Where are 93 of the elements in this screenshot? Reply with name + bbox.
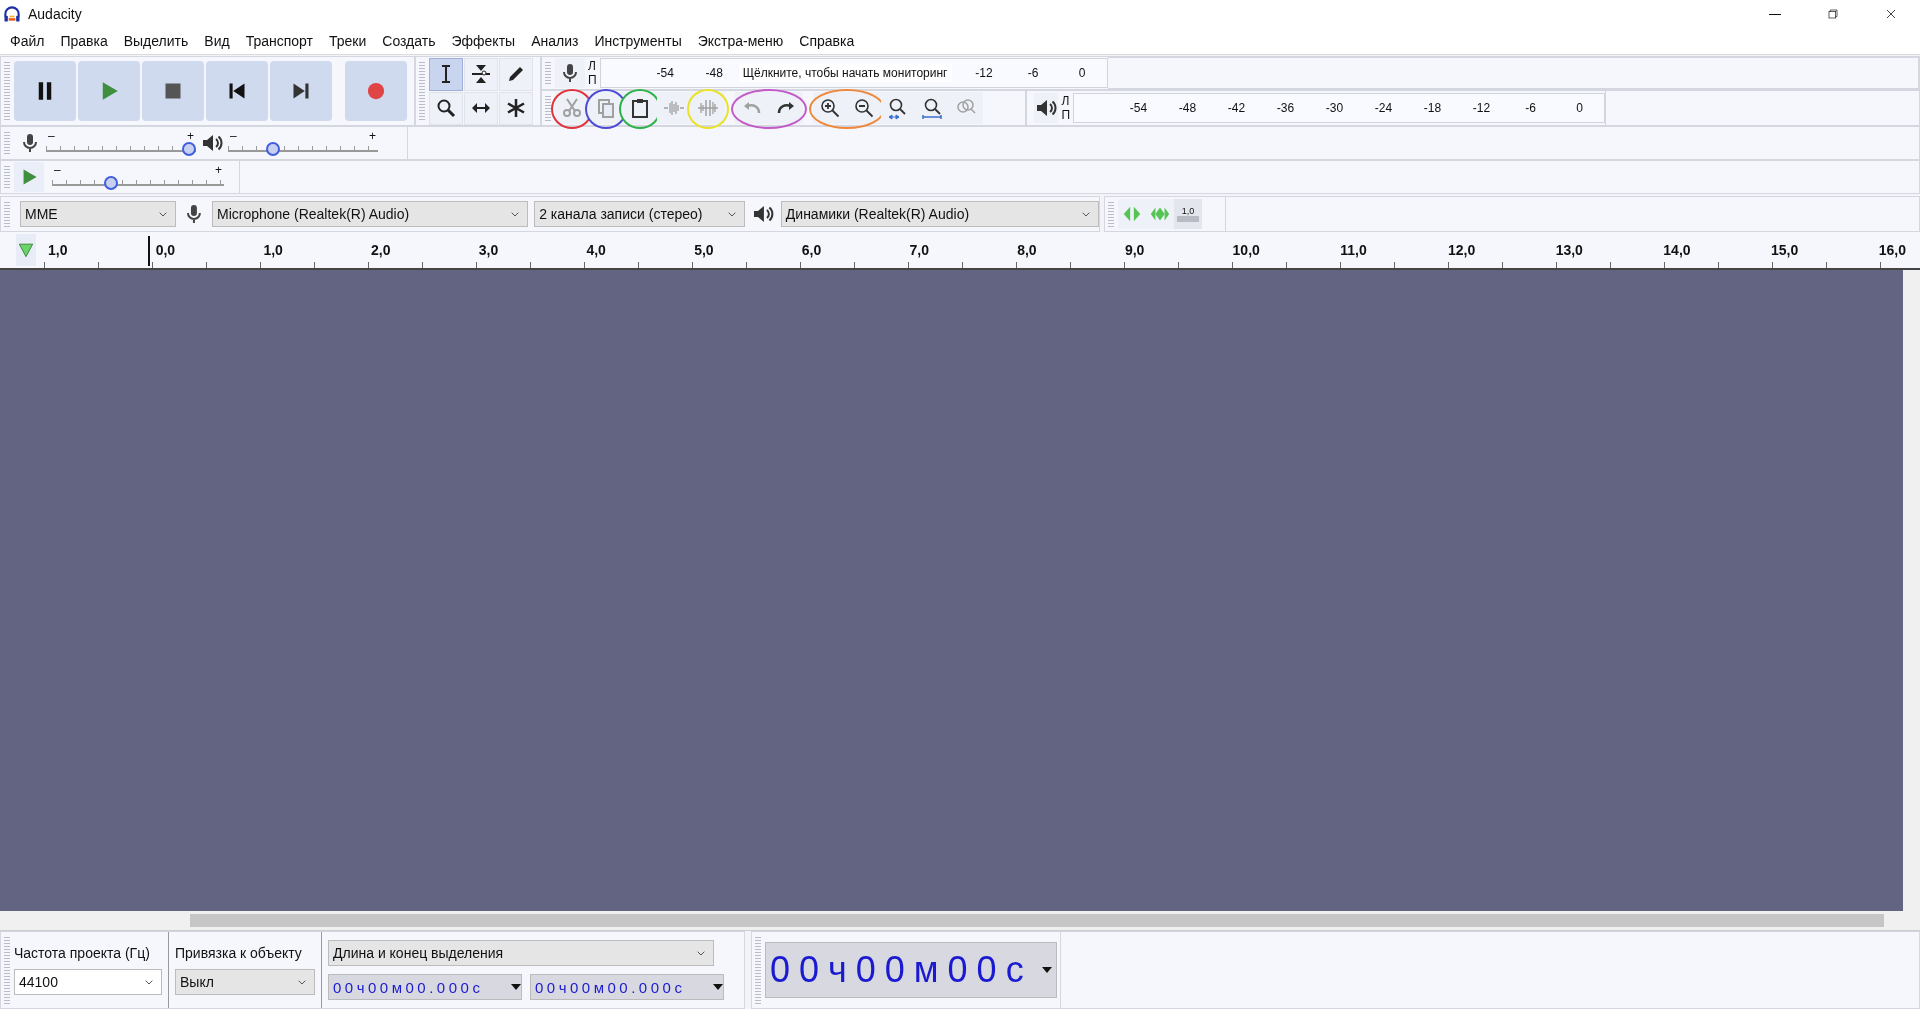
slider-thumb[interactable]	[104, 176, 119, 190]
toolbar-grip[interactable]	[4, 164, 10, 190]
ruler-label: 6,0	[801, 242, 822, 258]
menu-item[interactable]: Правка	[52, 30, 116, 52]
channel-label: П	[588, 73, 597, 87]
record-button[interactable]	[345, 61, 407, 121]
envelope-tool-icon	[469, 62, 493, 86]
skip-to-end-button[interactable]	[270, 61, 332, 121]
play-speed-button[interactable]: 1,0	[1174, 199, 1202, 229]
toolbar-grip[interactable]	[419, 60, 425, 122]
playback-device-dropdown[interactable]: Динамики (Realtek(R) Audio)	[780, 201, 1099, 227]
ruler-label: 3,0	[478, 242, 499, 258]
app-logo-icon	[2, 4, 22, 24]
ruler-label: 16,0	[1878, 242, 1906, 258]
redo-button[interactable]	[769, 92, 803, 124]
ruler-label: 9,0	[1124, 242, 1145, 258]
window-title: Audacity	[28, 6, 82, 22]
channel-label: Л	[588, 59, 597, 73]
audio-host-dropdown[interactable]: MME	[19, 201, 177, 227]
audio-position-time[interactable]: 00ч00м00с	[765, 942, 1057, 998]
scissors-icon	[560, 96, 584, 120]
selection-end-time[interactable]: 00ч00м00.000с	[530, 974, 724, 1000]
stop-button[interactable]	[142, 61, 204, 121]
zoom-in-icon	[818, 96, 842, 120]
menu-item[interactable]: Эффекты	[443, 30, 524, 52]
ruler-label: 14,0	[1663, 242, 1691, 258]
ruler-label: 5,0	[694, 242, 714, 258]
project-rate-dropdown[interactable]: 44100	[14, 969, 162, 995]
ruler-label: 13,0	[1555, 242, 1583, 258]
snap-dropdown[interactable]: Выкл	[175, 969, 315, 995]
playhead-marker	[148, 236, 150, 266]
ruler-label: 15,0	[1771, 242, 1799, 258]
slider-min-label: –	[230, 130, 237, 142]
toolbar-grip[interactable]	[4, 130, 10, 156]
timeline-options-button[interactable]	[16, 234, 36, 266]
magnifier-icon	[920, 96, 944, 120]
playback-meter[interactable]: -54 -48 -42 -36 -30 -24 -18 -12 -6 0	[1073, 93, 1605, 123]
ruler-label: 11,0	[1340, 242, 1367, 258]
recording-meter-button[interactable]	[555, 58, 585, 88]
ruler-label: 2,0	[371, 242, 391, 258]
menu-item[interactable]: Создать	[374, 30, 444, 52]
tool-button[interactable]	[429, 57, 463, 91]
ruler-label: 1,0	[48, 242, 68, 258]
menu-item[interactable]: Выделить	[115, 30, 197, 52]
recording-device-dropdown[interactable]: Microphone (Realtek(R) Audio)	[211, 201, 529, 227]
menu-item[interactable]: Вид	[196, 30, 238, 52]
toolbar-grip[interactable]	[545, 60, 551, 86]
selection-mode-dropdown[interactable]: Длина и конец выделения	[328, 940, 714, 966]
play-at-speed-button[interactable]	[14, 162, 44, 192]
toolbar-grip[interactable]	[4, 60, 10, 122]
selection-start-time[interactable]: 00ч00м00.000с	[328, 974, 522, 1000]
ruler-label: 8,0	[1017, 242, 1037, 258]
menu-item[interactable]: Треки	[320, 30, 375, 52]
toolbar-grip[interactable]	[4, 200, 10, 228]
menu-item[interactable]: Экстра-меню	[689, 30, 792, 52]
menu-item[interactable]: Файл	[2, 30, 53, 52]
recording-channels-dropdown[interactable]: 2 канала записи (стерео)	[534, 201, 745, 227]
recording-meter[interactable]: -54 -48 Щёлкните, чтобы начать мониторинг -12 -6 0	[599, 58, 1108, 88]
toolbar-grip[interactable]	[1108, 200, 1114, 228]
project-rate-label: Частота проекта (Гц)	[14, 945, 151, 961]
asterisk-icon	[504, 96, 528, 120]
snap-label: Привязка к объекту	[175, 945, 303, 961]
toolbar-grip[interactable]	[755, 935, 761, 1005]
channel-label: Л	[1061, 94, 1070, 108]
toolbar-grip[interactable]	[4, 935, 10, 1005]
slider-min-label: –	[48, 130, 55, 142]
menu-item[interactable]: Справка	[791, 30, 863, 52]
menu-item[interactable]: Анализ	[523, 30, 587, 52]
ruler-label: 10,0	[1232, 242, 1260, 258]
vertical-scrollbar[interactable]	[1903, 270, 1920, 911]
slider-min-label: –	[54, 164, 61, 176]
menu-item[interactable]: Транспорт	[237, 30, 321, 52]
ruler-label: 12,0	[1447, 242, 1476, 258]
zoom-in-button[interactable]	[813, 92, 847, 124]
zoom-out-icon	[852, 96, 876, 120]
ruler-label: 4,0	[586, 242, 606, 258]
skip-to-start-button[interactable]	[206, 61, 268, 121]
toolbar-grip[interactable]	[545, 94, 551, 122]
slider-max-label: +	[215, 164, 222, 176]
playback-meter-button[interactable]	[1034, 93, 1059, 123]
slider-thumb[interactable]	[182, 142, 196, 156]
menu-item[interactable]: Инструменты	[586, 30, 690, 52]
channel-label: П	[1061, 108, 1070, 122]
restore-icon	[1825, 6, 1841, 22]
pause-button[interactable]	[14, 61, 76, 121]
minimize-icon	[1769, 13, 1781, 15]
ruler-label: 7,0	[909, 242, 929, 258]
ruler-label: 0,0	[155, 242, 176, 258]
horizontal-scrollbar[interactable]	[190, 914, 1884, 927]
ruler-label: 1,0	[263, 242, 283, 258]
slider-max-label: +	[187, 130, 194, 142]
slider-max-label: +	[369, 130, 376, 142]
slider-thumb[interactable]	[266, 142, 281, 156]
